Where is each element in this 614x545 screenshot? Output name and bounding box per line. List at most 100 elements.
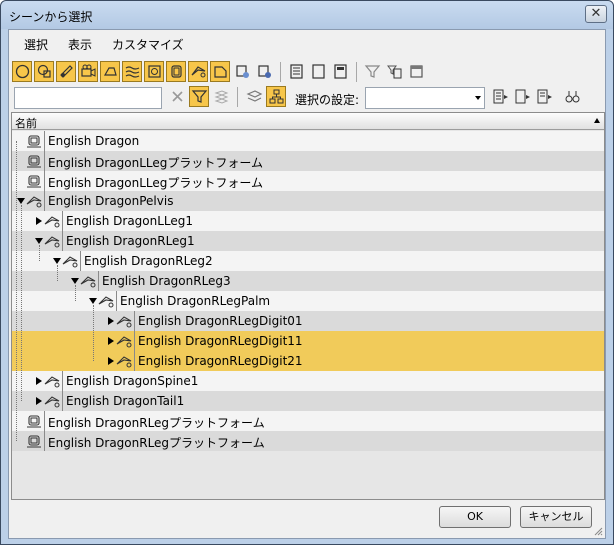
expand-arrow-icon[interactable] — [35, 397, 43, 405]
set-add-icon — [493, 89, 508, 104]
row-divider — [44, 411, 45, 431]
clear-search-button[interactable] — [167, 86, 187, 107]
display-frozen-toggle[interactable] — [232, 61, 252, 82]
page-invert-icon — [334, 64, 347, 79]
tree-row[interactable]: English DragonRLeg3 — [12, 271, 604, 291]
remove-selection-set-button[interactable] — [512, 86, 532, 107]
row-divider — [62, 211, 63, 231]
tree-row[interactable]: English DragonRLegDigit21 — [12, 351, 604, 371]
display-bones-toggle[interactable] — [188, 61, 208, 82]
filter-list-button[interactable] — [384, 61, 404, 82]
hierarchy-guide-line — [57, 265, 58, 281]
collapse-arrow-icon[interactable] — [89, 297, 97, 305]
display-spacewarps-toggle[interactable] — [122, 61, 142, 82]
menu-display[interactable]: 表示 — [68, 36, 92, 53]
row-divider — [44, 171, 45, 191]
tree-row[interactable]: English DragonRLegDigit11 — [12, 331, 604, 351]
tree-row[interactable]: English DragonSpine1 — [12, 371, 604, 391]
layer-view-button[interactable] — [244, 86, 264, 107]
filter-config-button[interactable] — [406, 61, 426, 82]
list-filter-toggle[interactable] — [211, 86, 231, 107]
display-containers-toggle[interactable] — [210, 61, 230, 82]
resize-grip-icon[interactable] — [593, 526, 603, 536]
display-shapes-toggle[interactable] — [34, 61, 54, 82]
display-children-button[interactable] — [286, 61, 306, 82]
list-icon — [290, 64, 303, 79]
sort-ascending-icon — [594, 118, 600, 123]
expand-arrow-icon[interactable] — [107, 317, 115, 325]
expand-arrow-icon[interactable] — [107, 337, 115, 345]
tree-row[interactable]: English DragonRLeg1 — [12, 231, 604, 251]
tree-row-label: English DragonRLegDigit11 — [138, 334, 303, 348]
tree-row[interactable]: English DragonPelvis — [12, 191, 604, 211]
select-invert-button[interactable] — [330, 61, 350, 82]
tree-row[interactable]: English DragonRLegプラットフォーム — [12, 411, 604, 431]
display-hidden-toggle[interactable] — [254, 61, 274, 82]
collapse-arrow-icon[interactable] — [71, 277, 79, 285]
row-divider — [44, 151, 45, 171]
cancel-button[interactable]: キャンセル — [520, 506, 592, 528]
create-selection-set-button[interactable] — [490, 86, 510, 107]
page-icon — [312, 64, 325, 79]
tree-row[interactable]: English DragonTail1 — [12, 391, 604, 411]
hierarchy-icon — [269, 89, 284, 104]
display-cameras-toggle[interactable] — [78, 61, 98, 82]
light-icon — [60, 65, 73, 78]
filter-button[interactable] — [362, 61, 382, 82]
edit-selection-set-button[interactable] — [534, 86, 554, 107]
hierarchy-view-toggle[interactable] — [266, 86, 286, 107]
display-geometry-toggle[interactable] — [12, 61, 32, 82]
tree-row[interactable]: English DragonRLegDigit01 — [12, 311, 604, 331]
display-groups-toggle[interactable] — [144, 61, 164, 82]
window-title: シーンから選択 — [9, 10, 93, 24]
tree-row[interactable]: English DragonLLeg1 — [12, 211, 604, 231]
display-xrefs-toggle[interactable] — [166, 61, 186, 82]
select-none-button[interactable] — [308, 61, 328, 82]
ok-button[interactable]: OK — [439, 506, 511, 528]
bone-icon — [116, 316, 132, 328]
camera-icon — [81, 64, 96, 77]
collapse-arrow-icon[interactable] — [35, 237, 43, 245]
tree-row-label: English DragonRLegPalm — [120, 294, 271, 308]
menu-select[interactable]: 選択 — [24, 36, 48, 53]
scene-tree[interactable]: 名前 English Dragon English DragonLLegプラットフ… — [11, 112, 605, 500]
collapse-arrow-icon[interactable] — [17, 197, 25, 205]
row-divider — [44, 191, 45, 211]
tree-row[interactable]: English DragonLLegプラットフォーム — [12, 151, 604, 171]
name-column-header[interactable]: 名前 — [15, 115, 37, 131]
tree-header[interactable]: 名前 — [12, 113, 604, 130]
dropdown-arrow-icon — [475, 96, 481, 100]
container-icon — [214, 66, 227, 78]
platform-object-icon — [27, 435, 41, 448]
funnel-active-icon — [191, 90, 208, 103]
bone-icon — [44, 236, 60, 248]
expand-arrow-icon[interactable] — [35, 377, 43, 385]
funnel-icon — [364, 65, 381, 78]
search-input[interactable] — [14, 87, 162, 109]
expand-arrow-icon[interactable] — [35, 217, 43, 225]
close-button[interactable]: ✕ — [585, 5, 607, 23]
tree-row[interactable]: English DragonRLeg2 — [12, 251, 604, 271]
tree-row[interactable]: English DragonLLegプラットフォーム — [12, 171, 604, 191]
find-options-button[interactable] — [562, 86, 582, 107]
tree-row[interactable]: English DragonRLegPalm — [12, 291, 604, 311]
toolbar-separator — [237, 87, 238, 107]
row-divider — [134, 351, 135, 371]
tree-row[interactable]: English DragonRLegプラットフォーム — [12, 431, 604, 451]
tree-row-label: English DragonRLegDigit21 — [138, 354, 303, 368]
selection-set-dropdown[interactable] — [365, 87, 485, 109]
title-bar[interactable]: シーンから選択 ✕ — [1, 1, 613, 29]
expand-arrow-icon[interactable] — [107, 357, 115, 365]
set-edit-icon — [537, 89, 552, 104]
tree-row-label: English DragonLLeg1 — [66, 214, 194, 228]
collapse-arrow-icon[interactable] — [53, 257, 61, 265]
helper-icon — [103, 67, 117, 76]
tree-row[interactable]: English Dragon — [12, 131, 604, 151]
group-icon — [148, 65, 161, 78]
display-helpers-toggle[interactable] — [100, 61, 120, 82]
display-lights-toggle[interactable] — [56, 61, 76, 82]
root-guide-line — [16, 141, 17, 441]
tree-row-label: English DragonRLeg1 — [66, 234, 195, 248]
case-filter-toggle[interactable] — [189, 86, 209, 107]
menu-customize[interactable]: カスタマイズ — [112, 36, 184, 53]
